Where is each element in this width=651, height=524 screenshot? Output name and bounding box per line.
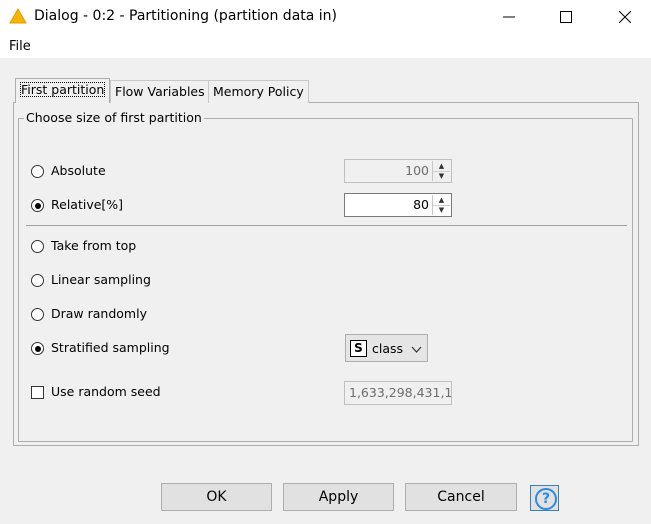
radio-selected-dot bbox=[34, 345, 41, 352]
minimize-button[interactable] bbox=[494, 4, 524, 30]
menu-bar bbox=[0, 34, 651, 58]
window-title: Dialog - 0:2 - Partitioning (partition d… bbox=[34, 8, 338, 24]
absolute-spinner-buttons: ▲ ▼ bbox=[432, 161, 450, 181]
group-title: Choose size of first partition bbox=[24, 110, 204, 125]
use-random-seed-checkbox[interactable] bbox=[31, 386, 44, 399]
warning-triangle-icon bbox=[9, 8, 27, 24]
stratified-sampling-label: Stratified sampling bbox=[51, 340, 170, 355]
absolute-label: Absolute bbox=[51, 163, 106, 178]
tab-first-partition-label: First partition bbox=[20, 82, 106, 97]
radio-selected-dot bbox=[34, 202, 41, 209]
absolute-radio[interactable] bbox=[31, 165, 44, 178]
relative-label: Relative[%] bbox=[51, 197, 124, 212]
class-column-select[interactable]: S class bbox=[345, 334, 428, 362]
absolute-value: 100 bbox=[405, 163, 429, 178]
tab-flow-variables[interactable]: Flow Variables bbox=[110, 80, 210, 103]
tab-memory-policy[interactable]: Memory Policy bbox=[208, 80, 309, 103]
stratified-sampling-radio[interactable] bbox=[31, 342, 44, 355]
absolute-spinner[interactable]: 100 ▲ ▼ bbox=[344, 159, 452, 183]
cancel-button[interactable]: Cancel bbox=[405, 483, 517, 511]
use-random-seed-label: Use random seed bbox=[51, 384, 161, 399]
help-button[interactable]: ? bbox=[530, 485, 559, 511]
random-seed-input[interactable]: 1,633,298,431,1 bbox=[344, 381, 452, 405]
minimize-icon bbox=[503, 16, 515, 18]
draw-randomly-radio[interactable] bbox=[31, 308, 44, 321]
class-column-value: class bbox=[372, 341, 404, 356]
tab-flow-variables-label: Flow Variables bbox=[115, 84, 205, 99]
help-icon: ? bbox=[535, 488, 557, 510]
take-from-top-label: Take from top bbox=[51, 238, 137, 253]
tab-memory-policy-label: Memory Policy bbox=[213, 84, 304, 99]
relative-spinner-buttons: ▲ ▼ bbox=[432, 195, 450, 215]
close-button[interactable] bbox=[610, 4, 640, 30]
spinner-down-icon[interactable]: ▼ bbox=[433, 205, 450, 215]
relative-spinner[interactable]: 80 ▲ ▼ bbox=[344, 193, 452, 217]
linear-sampling-label: Linear sampling bbox=[51, 272, 151, 287]
close-icon bbox=[618, 10, 632, 24]
chevron-down-icon bbox=[411, 346, 422, 353]
spinner-down-icon[interactable]: ▼ bbox=[433, 171, 450, 181]
draw-randomly-label: Draw randomly bbox=[51, 306, 147, 321]
take-from-top-radio[interactable] bbox=[31, 240, 44, 253]
ok-button[interactable]: OK bbox=[161, 483, 272, 511]
relative-radio[interactable] bbox=[31, 199, 44, 212]
apply-button[interactable]: Apply bbox=[283, 483, 394, 511]
maximize-icon bbox=[560, 11, 572, 23]
menu-file[interactable]: File bbox=[9, 39, 31, 54]
tab-first-partition[interactable]: First partition bbox=[15, 78, 111, 103]
maximize-button[interactable] bbox=[551, 4, 581, 30]
relative-value: 80 bbox=[413, 197, 429, 212]
linear-sampling-radio[interactable] bbox=[31, 274, 44, 287]
string-type-icon: S bbox=[350, 340, 367, 357]
separator bbox=[26, 225, 627, 226]
